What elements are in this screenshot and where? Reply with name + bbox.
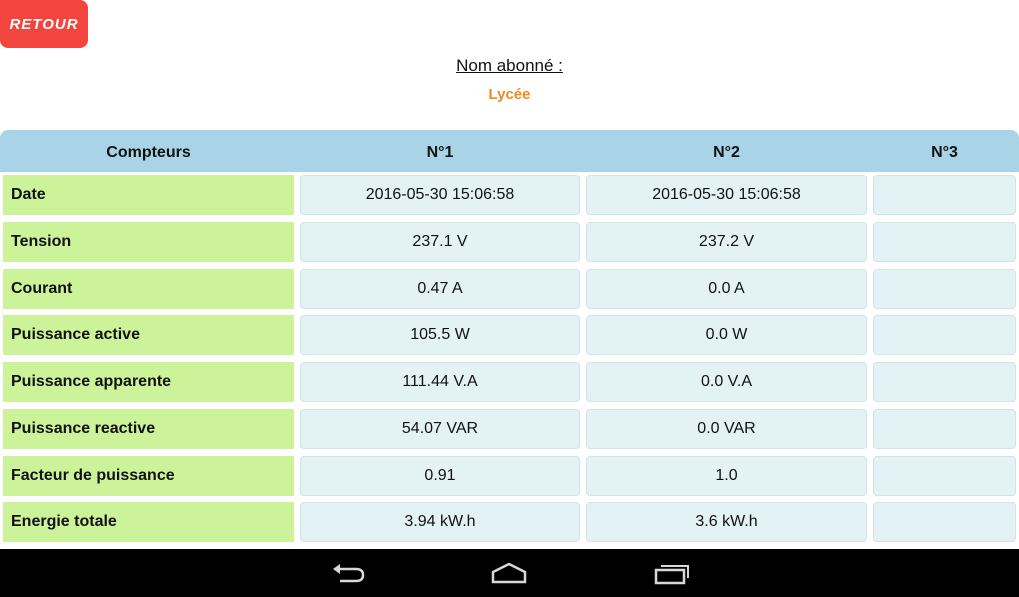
meter-2-value: 0.0 W bbox=[586, 315, 867, 355]
meter-1-value: 3.94 kW.h bbox=[300, 502, 580, 542]
meter-3-value bbox=[873, 456, 1016, 496]
meter-3-value bbox=[873, 502, 1016, 542]
recent-apps-icon[interactable] bbox=[654, 561, 690, 590]
meter-1-value: 2016-05-30 15:06:58 bbox=[300, 175, 580, 215]
table-row: Puissance active 105.5 W 0.0 W bbox=[0, 315, 1019, 357]
header-compteurs: Compteurs bbox=[106, 144, 191, 161]
meter-1-value: 0.47 A bbox=[300, 269, 580, 309]
header-meter-3: N°3 bbox=[931, 144, 958, 161]
table-row: Puissance apparente 111.44 V.A 0.0 V.A bbox=[0, 362, 1019, 404]
meter-2-value: 237.2 V bbox=[586, 222, 867, 262]
row-label: Energie totale bbox=[3, 502, 294, 542]
header-meter-1: N°1 bbox=[426, 144, 454, 161]
row-label: Facteur de puissance bbox=[3, 456, 294, 496]
meter-1-value: 54.07 VAR bbox=[300, 409, 580, 449]
row-label: Tension bbox=[3, 222, 294, 262]
meter-3-value bbox=[873, 222, 1016, 262]
table-header: Compteurs N°1 N°2 N°3 bbox=[0, 130, 1019, 172]
meters-table: Compteurs N°1 N°2 N°3 Date 2016-05-30 15… bbox=[0, 130, 1019, 548]
table-row: Energie totale 3.94 kW.h 3.6 kW.h bbox=[0, 502, 1019, 544]
meter-1-value: 105.5 W bbox=[300, 315, 580, 355]
meter-3-value bbox=[873, 175, 1016, 215]
table-row: Puissance reactive 54.07 VAR 0.0 VAR bbox=[0, 409, 1019, 451]
row-label: Puissance apparente bbox=[3, 362, 294, 402]
meter-1-value: 111.44 V.A bbox=[300, 362, 580, 402]
meter-2-value: 3.6 kW.h bbox=[586, 502, 867, 542]
home-icon[interactable] bbox=[491, 561, 527, 590]
meter-2-value: 0.0 A bbox=[586, 269, 867, 309]
header-meter-2: N°2 bbox=[713, 144, 740, 161]
table-row: Courant 0.47 A 0.0 A bbox=[0, 269, 1019, 311]
meter-2-value: 0.0 V.A bbox=[586, 362, 867, 402]
back-icon[interactable] bbox=[330, 561, 366, 590]
table-row: Facteur de puissance 0.91 1.0 bbox=[0, 456, 1019, 498]
meter-1-value: 0.91 bbox=[300, 456, 580, 496]
meter-3-value bbox=[873, 315, 1016, 355]
meter-3-value bbox=[873, 409, 1016, 449]
meter-1-value: 237.1 V bbox=[300, 222, 580, 262]
row-label: Date bbox=[3, 175, 294, 215]
table-row: Tension 237.1 V 237.2 V bbox=[0, 222, 1019, 264]
row-label: Puissance reactive bbox=[3, 409, 294, 449]
row-label: Puissance active bbox=[3, 315, 294, 355]
system-nav-bar bbox=[0, 549, 1019, 597]
meter-2-value: 1.0 bbox=[586, 456, 867, 496]
meter-3-value bbox=[873, 269, 1016, 309]
back-button[interactable]: RETOUR bbox=[0, 0, 88, 48]
subscriber-label: Nom abonné : bbox=[456, 56, 563, 75]
meter-2-value: 2016-05-30 15:06:58 bbox=[586, 175, 867, 215]
row-label: Courant bbox=[3, 269, 294, 309]
meter-2-value: 0.0 VAR bbox=[586, 409, 867, 449]
table-row: Date 2016-05-30 15:06:58 2016-05-30 15:0… bbox=[0, 175, 1019, 217]
subscriber-name: Lycée bbox=[488, 86, 531, 103]
meter-3-value bbox=[873, 362, 1016, 402]
